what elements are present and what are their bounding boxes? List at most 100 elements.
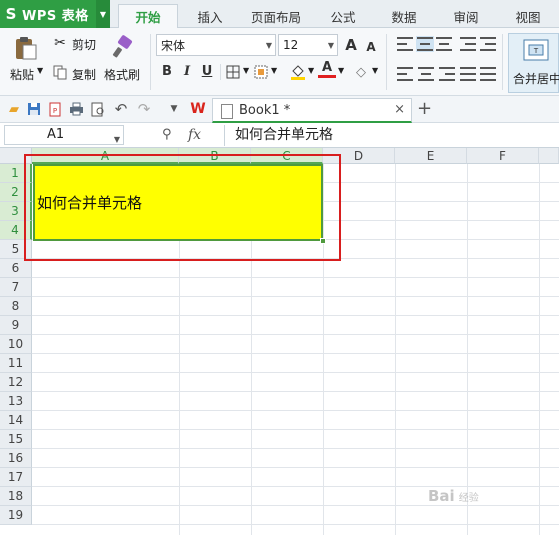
font-color-button[interactable]: A [318,60,336,78]
merge-center-button[interactable]: T 合并居中 [508,33,559,93]
ribbon-separator [220,64,221,80]
cut-button[interactable]: 剪切 [72,36,96,53]
chevron-down-icon[interactable]: ▼ [338,66,344,75]
chevron-down-icon: ▼ [327,41,334,50]
cell-reference: A1 [47,127,65,142]
open-folder-icon[interactable]: ▰ [6,101,22,117]
grid-line [32,391,559,392]
cell-style-icon[interactable] [252,63,270,81]
chevron-down-icon: ▼ [265,41,272,50]
merge-center-label: 合并居中 [513,72,559,86]
tab-review[interactable]: 审阅 [440,4,492,28]
bold-button[interactable]: B [158,62,176,80]
name-box[interactable]: A1 ▼ [4,125,124,145]
grid-line [32,315,559,316]
row-header[interactable]: 13 [0,392,32,411]
row-header[interactable]: 8 [0,297,32,316]
format-painter-button[interactable] [110,34,136,60]
row-header[interactable]: 7 [0,278,32,297]
document-icon [221,104,233,119]
distributed-icon[interactable] [480,67,496,81]
row-header[interactable]: 12 [0,373,32,392]
tab-view[interactable]: 视图 [502,4,554,28]
export-pdf-icon[interactable]: P [47,101,63,117]
increase-indent-icon[interactable] [480,37,496,51]
tab-formulas[interactable]: 公式 [318,4,368,28]
row-header[interactable]: 16 [0,449,32,468]
borders-icon[interactable] [224,63,242,81]
row-header[interactable]: 17 [0,468,32,487]
align-center-icon[interactable] [418,67,434,81]
align-left-icon[interactable] [397,67,413,81]
row-header[interactable]: 11 [0,354,32,373]
zoom-icon[interactable]: ⚲ [162,127,172,142]
row-header[interactable]: 19 [0,506,32,525]
grid-line [32,277,559,278]
row-header[interactable]: 14 [0,411,32,430]
tab-home[interactable]: 开始 [118,4,178,28]
clear-format-icon[interactable]: ◇ [352,63,370,81]
row-header[interactable]: 10 [0,335,32,354]
print-icon[interactable] [68,101,84,117]
column-header-g[interactable] [539,148,559,164]
font-name-value: 宋体 [161,38,186,53]
font-name-select[interactable]: 宋体 ▼ [156,34,276,56]
decrease-indent-icon[interactable] [460,37,476,51]
app-menu-button[interactable]: S WPS 表格 ▼ [0,0,110,28]
tab-page-layout[interactable]: 页面布局 [244,4,308,28]
paste-button[interactable] [12,34,40,62]
grid-line [32,524,559,525]
close-icon[interactable]: × [394,102,405,117]
merge-cells-icon: T [523,39,549,61]
chevron-down-icon[interactable]: ▼ [372,66,378,75]
tab-insert[interactable]: 插入 [182,4,238,28]
align-bottom-icon[interactable] [436,37,452,51]
row-header[interactable]: 15 [0,430,32,449]
undo-icon[interactable]: ↶ [113,100,129,118]
formula-input[interactable]: 如何合并单元格 [224,125,559,146]
wps-app-icon: W [190,101,206,117]
worksheet-grid[interactable]: A B C D E F 1 2 3 4 5 6 7 8 9 10 11 12 1… [0,148,559,535]
align-right-icon[interactable] [439,67,455,81]
grow-font-button[interactable]: A [342,36,360,54]
row-header[interactable]: 18 [0,487,32,506]
print-preview-icon[interactable] [90,101,106,117]
column-header-f[interactable]: F [467,148,539,164]
chevron-down-icon[interactable]: ▼ [271,66,277,75]
wps-logo-icon: S [5,5,17,23]
redo-icon[interactable]: ↷ [136,100,152,118]
copy-button[interactable]: 复制 [72,66,96,83]
app-title: WPS 表格 [22,8,89,24]
grid-line [32,334,559,335]
chevron-down-icon[interactable]: ▼ [243,66,249,75]
annotation-highlight-box [24,154,341,261]
chevron-down-icon[interactable]: ▼ [114,131,120,149]
font-size-select[interactable]: 12 ▼ [278,34,338,56]
grid-line [32,448,559,449]
tab-data[interactable]: 数据 [378,4,430,28]
save-icon[interactable] [26,101,42,117]
insert-function-button[interactable]: fx [188,127,201,143]
document-tab[interactable]: Book1 * × [212,98,412,123]
justify-icon[interactable] [460,67,476,81]
italic-button[interactable]: I [178,62,196,80]
baidu-watermark: Bai 经验 [428,487,479,505]
brush-icon [112,35,132,58]
column-header-e[interactable]: E [395,148,467,164]
align-middle-icon[interactable] [416,36,434,52]
chevron-down-icon[interactable]: ▼ [96,0,110,28]
svg-text:P: P [53,107,57,115]
underline-button[interactable]: U [198,62,216,80]
chevron-down-icon[interactable]: ▼ [308,66,314,75]
row-header[interactable]: 6 [0,259,32,278]
grid-line [32,372,559,373]
quick-access-bar: ▰ P ↶ ↷ ▼ W Book1 * × + [0,96,559,123]
fill-color-icon[interactable] [288,62,308,82]
chevron-down-icon[interactable]: ▼ [37,66,43,75]
watermark-text: Bai [428,487,455,505]
shrink-font-button[interactable]: A [362,38,380,56]
row-header[interactable]: 9 [0,316,32,335]
chevron-down-icon[interactable]: ▼ [166,101,182,117]
new-tab-button[interactable]: + [417,98,432,119]
align-top-icon[interactable] [397,37,413,51]
